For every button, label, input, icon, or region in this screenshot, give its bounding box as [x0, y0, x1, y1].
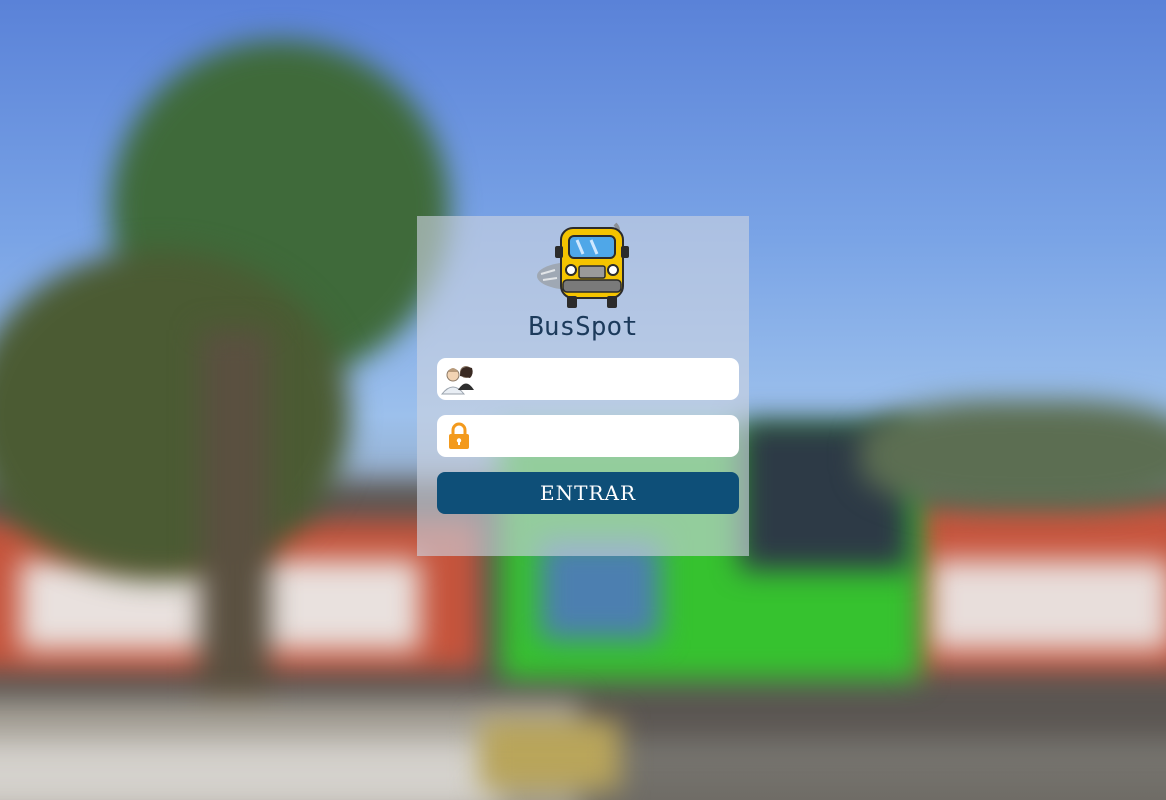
password-input[interactable]: [481, 415, 739, 457]
username-input[interactable]: [481, 358, 739, 400]
lock-icon: [437, 415, 481, 457]
brand-name: BusSpot: [528, 312, 638, 342]
login-button[interactable]: ENTRAR: [437, 472, 739, 514]
username-field[interactable]: [437, 358, 739, 400]
password-field[interactable]: [437, 415, 739, 457]
bus-logo-icon: [537, 222, 629, 308]
login-panel: BusSpot ENTRAR: [417, 216, 749, 556]
users-icon: [437, 358, 481, 400]
